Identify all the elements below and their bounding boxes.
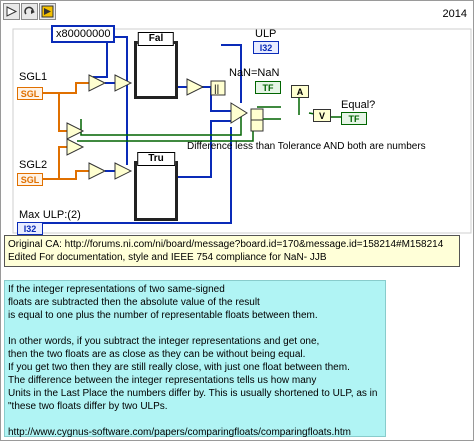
description-panel: If the integer representations of two sa…: [4, 280, 386, 439]
equal-label: Equal?: [341, 99, 376, 111]
hex-constant[interactable]: x80000000: [51, 25, 116, 43]
description-line: If you get two then they are still reall…: [8, 362, 350, 373]
ulp-label: ULP: [255, 28, 277, 40]
description-line: [8, 413, 382, 426]
block-diagram: || x80000000 Fal Tru ULP I32 SGL1 SGL SG…: [1, 23, 474, 259]
source-notes: Original CA: http://forums.ni.com/ni/boa…: [4, 235, 460, 267]
description-link[interactable]: http://www.cygnus-software.com/papers/co…: [8, 426, 382, 439]
ulp-indicator[interactable]: I32: [253, 41, 279, 54]
description-line: The difference between the integer repre…: [8, 375, 317, 386]
and-node[interactable]: A: [291, 85, 309, 98]
description-line: floats are subtracted then the absolute …: [8, 297, 260, 308]
case-selector-false[interactable]: Fal: [137, 32, 175, 46]
max-ulp-label: Max ULP:(2): [19, 209, 81, 221]
tolerance-comment: Difference less than Tolerance AND both …: [187, 141, 426, 152]
case-structure-false[interactable]: Fal: [134, 32, 178, 99]
vi-window: 2014 || x80000000 Fal Tru ULP I32 SGL1 S…: [0, 0, 474, 441]
equal-indicator[interactable]: TF: [341, 112, 367, 125]
or-node[interactable]: V: [313, 109, 331, 122]
description-line: In other words, if you subtract the inte…: [8, 336, 320, 347]
case-selector-true[interactable]: Tru: [137, 152, 175, 166]
description-line: "these two floats differ by two ULPs.: [8, 401, 168, 412]
sgl1-label: SGL1: [19, 71, 48, 83]
convert-node-2: [88, 162, 107, 180]
run-continuously-icon[interactable]: [21, 3, 38, 20]
sgl2-control[interactable]: SGL: [17, 173, 43, 186]
description-line: [8, 322, 382, 335]
abort-icon[interactable]: [39, 3, 56, 20]
sgl2-label: SGL2: [19, 159, 48, 171]
run-arrow-icon[interactable]: [3, 3, 20, 20]
toolbar: [3, 3, 56, 21]
svg-text:||: ||: [214, 84, 219, 95]
nan-label: NaN=NaN: [229, 67, 280, 79]
sgl1-control[interactable]: SGL: [17, 87, 43, 100]
notes-line-2: Edited For documentation, style and IEEE…: [8, 252, 327, 263]
description-line: then the two floats are as close as they…: [8, 349, 306, 360]
description-line: If the integer representations of two sa…: [8, 284, 225, 295]
max-ulp-control[interactable]: I32: [17, 222, 43, 235]
case-structure-true[interactable]: Tru: [134, 152, 178, 221]
nan-indicator[interactable]: TF: [255, 81, 281, 94]
year-label: 2014: [442, 8, 467, 20]
description-line: is equal to one plus the number of repre…: [8, 310, 318, 321]
description-line: Units in the Last Place the numbers diff…: [8, 388, 378, 399]
notes-line-1: Original CA: http://forums.ni.com/ni/boa…: [8, 239, 444, 250]
